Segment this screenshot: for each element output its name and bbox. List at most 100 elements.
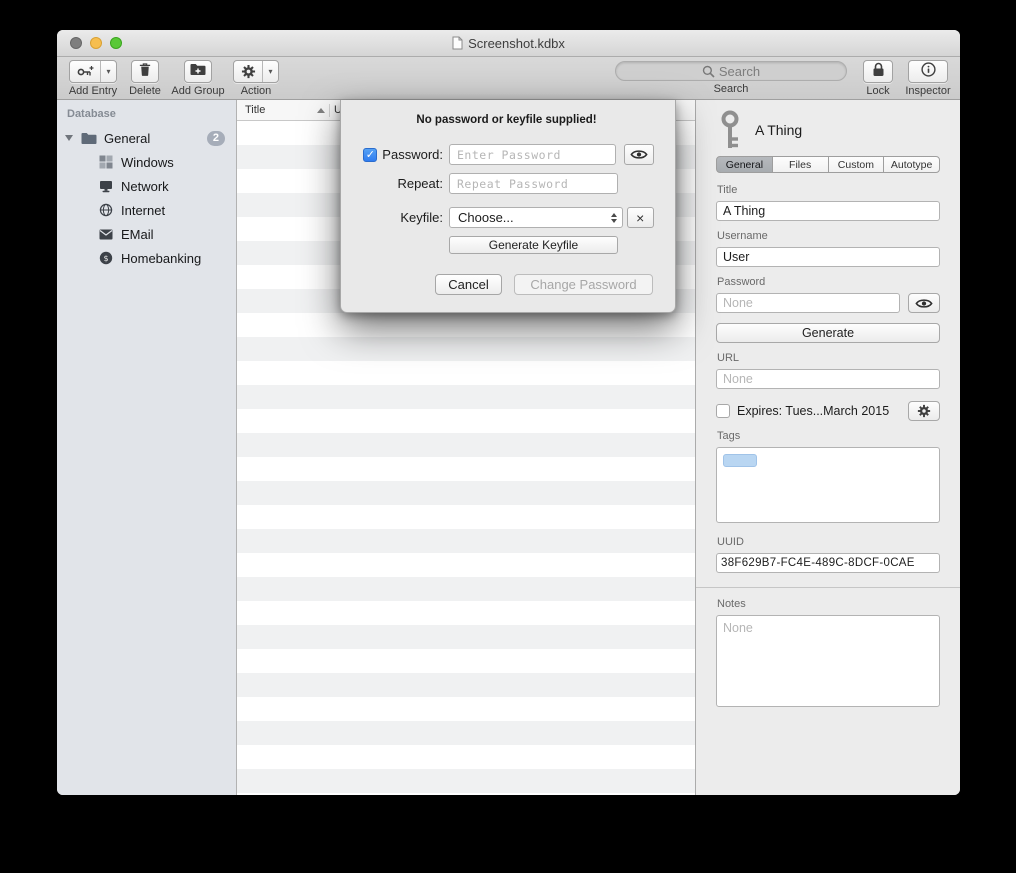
add-entry-button[interactable]: ▾ [69,60,117,83]
tab-files[interactable]: Files [772,156,829,173]
tag-chip[interactable] [723,454,757,467]
minimize-button[interactable] [90,37,102,49]
window-title: Screenshot.kdbx [468,36,565,51]
inspector-button[interactable] [908,60,948,83]
uuid-field[interactable] [716,553,940,573]
generate-keyfile-button[interactable]: Generate Keyfile [449,236,618,254]
sidebar-item-label: General [104,131,150,146]
add-group-label: Add Group [171,85,224,97]
sidebar-item-label: Internet [121,203,165,218]
column-header-title[interactable]: Title [237,104,329,116]
password-checkbox[interactable]: ✓ [363,148,377,162]
search-label: Search [714,83,749,95]
entry-title: A Thing [755,122,802,138]
title-field[interactable] [716,201,940,221]
sidebar-item-email[interactable]: EMail [57,222,236,246]
expires-label: Expires: Tues...March 2015 [737,404,889,418]
globe-icon [97,203,114,217]
toolbar: ▾ Add Entry Delete Add Group [57,57,960,100]
inspector-header: A Thing [718,108,940,152]
search-input[interactable]: Search [615,61,847,81]
keyfile-label: Keyfile: [400,210,443,225]
repeat-label: Repeat: [397,176,443,191]
password-reveal-button[interactable] [908,293,940,313]
lock-button[interactable] [863,60,893,83]
inspector-label: Inspector [905,85,950,97]
add-entry-label: Add Entry [69,85,117,97]
action-button[interactable]: ▾ [233,60,279,83]
computer-icon [97,179,114,193]
cancel-button[interactable]: Cancel [435,274,502,295]
sidebar: Database General 2 Windows Network [57,100,237,795]
sidebar-item-homebanking[interactable]: $ Homebanking [57,246,236,270]
tab-custom[interactable]: Custom [828,156,885,173]
info-circle-icon [921,62,936,82]
search-icon [702,65,715,78]
generate-password-button[interactable]: Generate [716,323,940,343]
envelope-icon [97,229,114,240]
app-window: Screenshot.kdbx ▾ Add Entry Delete [57,30,960,795]
inspector-divider [696,587,960,588]
sheet-message: No password or keyfile supplied! [359,114,654,127]
tags-label: Tags [717,430,940,442]
action-dropdown-arrow[interactable]: ▾ [262,61,278,82]
add-entry-dropdown-arrow[interactable]: ▾ [100,61,116,82]
tab-autotype[interactable]: Autotype [883,156,940,173]
uuid-label: UUID [717,536,940,548]
sidebar-item-network[interactable]: Network [57,174,236,198]
key-plus-icon [70,61,100,82]
username-field[interactable] [716,247,940,267]
sidebar-item-label: Homebanking [121,251,201,266]
generate-keyfile-row: Generate Keyfile [359,236,654,254]
change-password-button[interactable]: Change Password [514,274,653,295]
username-field-label: Username [717,230,940,242]
delete-block: Delete [123,60,167,97]
checkmark-icon: ✓ [366,149,375,160]
folder-icon [80,132,97,145]
lock-label: Lock [866,85,889,97]
gear-icon [234,61,262,82]
entry-count-badge: 2 [207,131,225,146]
sort-ascending-icon [317,108,325,113]
password-label: Password: [382,147,443,162]
sidebar-item-internet[interactable]: Internet [57,198,236,222]
close-button[interactable] [70,37,82,49]
password-field[interactable] [716,293,900,313]
add-entry-block: ▾ Add Entry [65,60,121,97]
coin-icon: $ [97,251,114,265]
notes-field[interactable] [716,615,940,707]
search-placeholder: Search [719,64,760,79]
password-field-label: Password [717,276,940,288]
password-row [716,293,940,313]
padlock-icon [872,62,885,82]
keyfile-popup[interactable]: Choose... [449,207,623,228]
tags-field[interactable] [716,447,940,523]
expires-options-button[interactable] [908,401,940,421]
title-field-label: Title [717,184,940,196]
delete-button[interactable] [131,60,159,83]
password-input[interactable] [449,144,616,165]
url-field[interactable] [716,369,940,389]
folder-plus-icon [190,63,206,81]
window-titlebar[interactable]: Screenshot.kdbx [57,30,960,57]
search-block: Search Search [613,60,849,95]
keyfile-clear-button[interactable]: × [627,207,654,228]
document-icon [452,36,463,50]
zoom-button[interactable] [110,37,122,49]
repeat-password-input[interactable] [449,173,618,194]
expires-checkbox[interactable] [716,404,730,418]
gear-icon [917,404,931,418]
traffic-lights [70,37,122,49]
tab-general[interactable]: General [716,156,773,173]
key-icon [718,110,742,150]
add-group-button[interactable] [184,60,212,83]
change-password-sheet: No password or keyfile supplied! ✓ Passw… [340,100,676,313]
sidebar-item-general[interactable]: General 2 [57,126,236,150]
keyfile-popup-value: Choose... [458,210,514,225]
lock-block: Lock [857,60,899,97]
sidebar-section-header: Database [57,100,236,126]
sidebar-item-windows[interactable]: Windows [57,150,236,174]
sidebar-item-label: EMail [121,227,154,242]
password-reveal-button[interactable] [624,144,654,165]
disclosure-triangle-icon[interactable] [65,135,73,141]
